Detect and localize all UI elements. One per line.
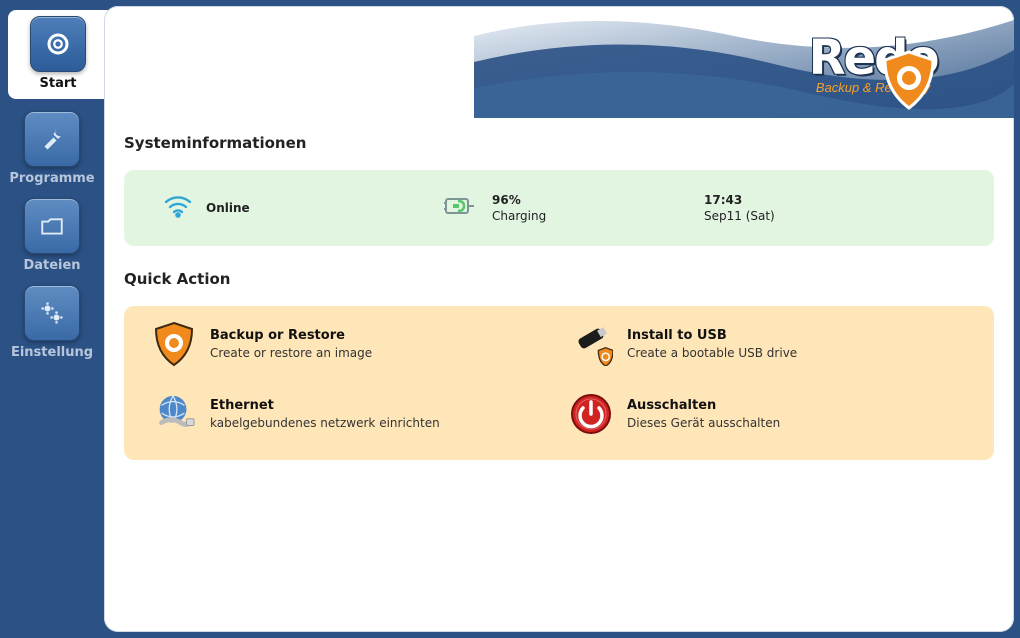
action-title: Ausschalten bbox=[627, 398, 716, 413]
quick-action-card: Backup or Restore Create or restore an i… bbox=[124, 306, 994, 460]
network-status: Online bbox=[206, 201, 250, 215]
sysinfo-heading: Systeminformationen bbox=[124, 134, 994, 152]
content-area: Redo Backup & Recovery bbox=[104, 6, 1014, 632]
wifi-icon bbox=[164, 194, 192, 222]
sidebar-item-dateien[interactable]: Dateien bbox=[6, 198, 98, 273]
action-subtitle: kabelgebundenes netzwerk einrichten bbox=[210, 416, 440, 430]
action-title: Install to USB bbox=[627, 328, 727, 343]
tools-icon bbox=[24, 111, 80, 167]
sidebar-item-programme[interactable]: Programme bbox=[6, 111, 98, 186]
recycle-shield-icon bbox=[881, 50, 937, 114]
action-shutdown[interactable]: Ausschalten Dieses Gerät ausschalten bbox=[569, 392, 966, 436]
action-install-usb[interactable]: Install to USB Create a bootable USB dri… bbox=[569, 322, 966, 366]
sidebar: Start Programme Dateien Einstellung bbox=[0, 0, 104, 638]
clock-date: Sep11 (Sat) bbox=[704, 209, 775, 223]
quickaction-heading: Quick Action bbox=[124, 270, 994, 288]
action-subtitle: Create or restore an image bbox=[210, 346, 372, 360]
battery-plug-icon bbox=[444, 193, 478, 223]
battery-percent: 96% bbox=[492, 193, 521, 207]
usb-icon bbox=[569, 322, 613, 366]
backup-shield-icon bbox=[152, 322, 196, 366]
sidebar-item-label: Start bbox=[40, 76, 77, 91]
system-info-card: Online 96% Charging bbox=[124, 170, 994, 246]
action-title: Ethernet bbox=[210, 398, 274, 413]
start-icon bbox=[30, 16, 86, 72]
action-subtitle: Create a bootable USB drive bbox=[627, 346, 797, 360]
action-subtitle: Dieses Gerät ausschalten bbox=[627, 416, 780, 430]
battery-state: Charging bbox=[492, 209, 546, 223]
sidebar-item-einstellung[interactable]: Einstellung bbox=[6, 285, 98, 360]
sidebar-item-start[interactable]: Start bbox=[8, 10, 108, 99]
power-icon bbox=[569, 392, 613, 436]
ethernet-globe-icon bbox=[152, 392, 196, 436]
action-title: Backup or Restore bbox=[210, 328, 345, 343]
action-ethernet[interactable]: Ethernet kabelgebundenes netzwerk einric… bbox=[152, 392, 549, 436]
sidebar-item-label: Dateien bbox=[23, 258, 80, 273]
sidebar-item-label: Einstellung bbox=[11, 345, 93, 360]
folder-icon bbox=[24, 198, 80, 254]
action-backup-restore[interactable]: Backup or Restore Create or restore an i… bbox=[152, 322, 549, 366]
sidebar-item-label: Programme bbox=[9, 171, 94, 186]
brand-banner: Redo Backup & Recovery bbox=[474, 6, 1014, 118]
clock-time: 17:43 bbox=[704, 193, 742, 207]
gears-icon bbox=[24, 285, 80, 341]
